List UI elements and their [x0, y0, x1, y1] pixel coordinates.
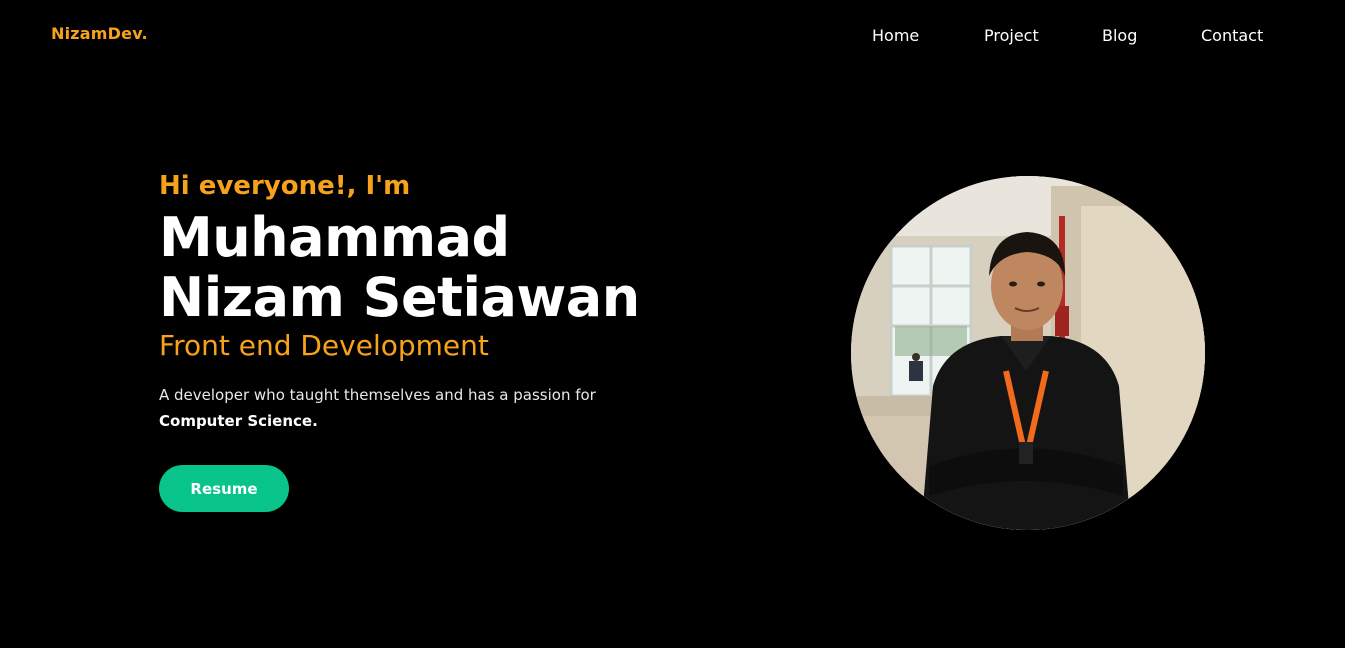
hero-role: Front end Development [159, 329, 489, 362]
nav-contact-link[interactable]: Contact [1201, 24, 1263, 48]
hero-greeting: Hi everyone!, I'm [159, 171, 411, 201]
nav-blog-link[interactable]: Blog [1102, 24, 1137, 48]
hero-description-text: A developer who taught themselves and ha… [159, 386, 596, 404]
nav-home-link[interactable]: Home [872, 24, 919, 48]
profile-photo-illustration [851, 176, 1205, 530]
hero-description: A developer who taught themselves and ha… [159, 382, 639, 434]
hero-section: Hi everyone!, I'm Muhammad Nizam Setiawa… [159, 168, 719, 512]
nav-project-link[interactable]: Project [984, 24, 1039, 48]
main-nav: Home Project Blog Contact [0, 24, 1345, 48]
hero-description-highlight: Computer Science. [159, 412, 318, 430]
hero-name-last: Nizam Setiawan [159, 266, 640, 329]
profile-photo [851, 176, 1205, 530]
hero-name-first: Muhammad [159, 206, 510, 269]
resume-button[interactable]: Resume [159, 465, 289, 512]
hero-name: Muhammad Nizam Setiawan [159, 208, 719, 328]
landing-page: NizamDev. Home Project Blog Contact Hi e… [0, 0, 1345, 648]
